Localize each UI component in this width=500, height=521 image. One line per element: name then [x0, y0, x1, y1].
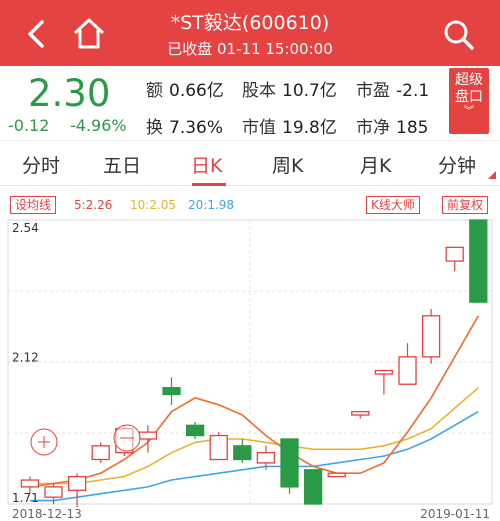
crosshair-control[interactable] — [30, 424, 141, 456]
candle-body — [256, 452, 276, 464]
candle-body — [67, 475, 87, 491]
stat-amount: 额 0.66亿 — [146, 81, 224, 101]
chart-grid — [7, 219, 493, 505]
ma5-value: 5:2.26 — [74, 198, 113, 212]
candles — [20, 219, 488, 508]
price-change-pct: -4.96% — [70, 116, 127, 135]
candle-body — [374, 369, 394, 375]
candle-body — [351, 410, 370, 416]
candle-body — [209, 434, 228, 461]
stat-pe: 市盈 -2.1 — [356, 81, 430, 101]
chart-toolbar: 设均线 5:2.26 10:2.05 20:1.98 K线大师 前复权 — [0, 196, 500, 218]
candle-body — [421, 315, 441, 358]
active-tab-indicator — [192, 183, 226, 186]
moving-averages — [29, 315, 479, 502]
ma5-line — [29, 315, 479, 488]
price-change: -0.12 — [8, 116, 50, 135]
last-price: 2.30 — [28, 72, 111, 115]
tab-monthly-k[interactable]: 月K — [360, 151, 391, 178]
tab-daily-k[interactable]: 日K — [191, 151, 222, 178]
y-axis-label: 2.54 — [12, 221, 39, 235]
y-axis-label: 1.71 — [12, 491, 39, 505]
tab-intraday[interactable]: 分时 — [22, 151, 60, 178]
stat-shares: 股本 10.7亿 — [242, 81, 337, 101]
tab-five-day[interactable]: 五日 — [103, 151, 141, 178]
y-axis-label: 2.12 — [12, 351, 39, 365]
candle-body — [303, 469, 323, 505]
candle-body — [91, 445, 110, 461]
candle-body — [44, 486, 63, 498]
tab-weekly-k[interactable]: 周K — [272, 151, 303, 178]
tab-minute[interactable]: 分钟 — [438, 151, 476, 178]
candle-body — [469, 219, 488, 303]
kline-chart[interactable]: 2.54 2.12 1.71 2018-12-13 2019-01-11 — [0, 216, 500, 521]
market-status: 已收盘 01-11 15:00:00 — [167, 40, 333, 58]
chevron-down-icon: ︾ — [464, 106, 474, 117]
forward-adjust-button[interactable]: 前复权 — [442, 196, 489, 214]
stat-market-cap: 市值 19.8亿 — [242, 118, 337, 138]
search-icon[interactable] — [442, 18, 476, 52]
candle-body — [327, 472, 346, 478]
candle-body — [445, 246, 464, 262]
candle-body — [20, 479, 40, 488]
stat-turnover: 换 7.36% — [146, 118, 224, 138]
candle-body — [233, 445, 252, 461]
stat-pb: 市净 185 — [356, 118, 429, 138]
candle-body — [185, 424, 205, 437]
quote-panel: 2.30 -0.12 -4.96% 额 0.66亿 股本 10.7亿 市盈 -2.1 … — [0, 66, 500, 138]
super-orderbook-button[interactable]: 超级 盘口 ︾ — [449, 68, 489, 134]
kline-master-button[interactable]: K线大师 — [366, 196, 420, 214]
candle-body — [162, 387, 181, 396]
super-orderbook-label-1: 超级 — [455, 72, 483, 88]
stock-title: *ST毅达(600610) — [170, 12, 330, 34]
period-tabs: 分时 五日 日K 周K 月K 分钟 — [0, 140, 500, 186]
ma10-value: 10:2.05 — [130, 198, 177, 212]
ma10-line — [29, 387, 479, 485]
candle-body — [280, 438, 299, 488]
candle-body — [138, 431, 158, 440]
candle-body — [398, 356, 417, 385]
x-axis-label: 2019-01-11 — [420, 507, 490, 521]
super-orderbook-label-2: 盘口 — [455, 89, 483, 105]
ma20-value: 20:1.98 — [188, 198, 235, 212]
dropdown-corner-icon — [488, 171, 496, 179]
ma-settings-button[interactable]: 设均线 — [10, 196, 57, 214]
app-header: *ST毅达(600610) 已收盘 01-11 15:00:00 — [0, 0, 500, 66]
x-axis-label: 2018-12-13 — [12, 507, 82, 521]
